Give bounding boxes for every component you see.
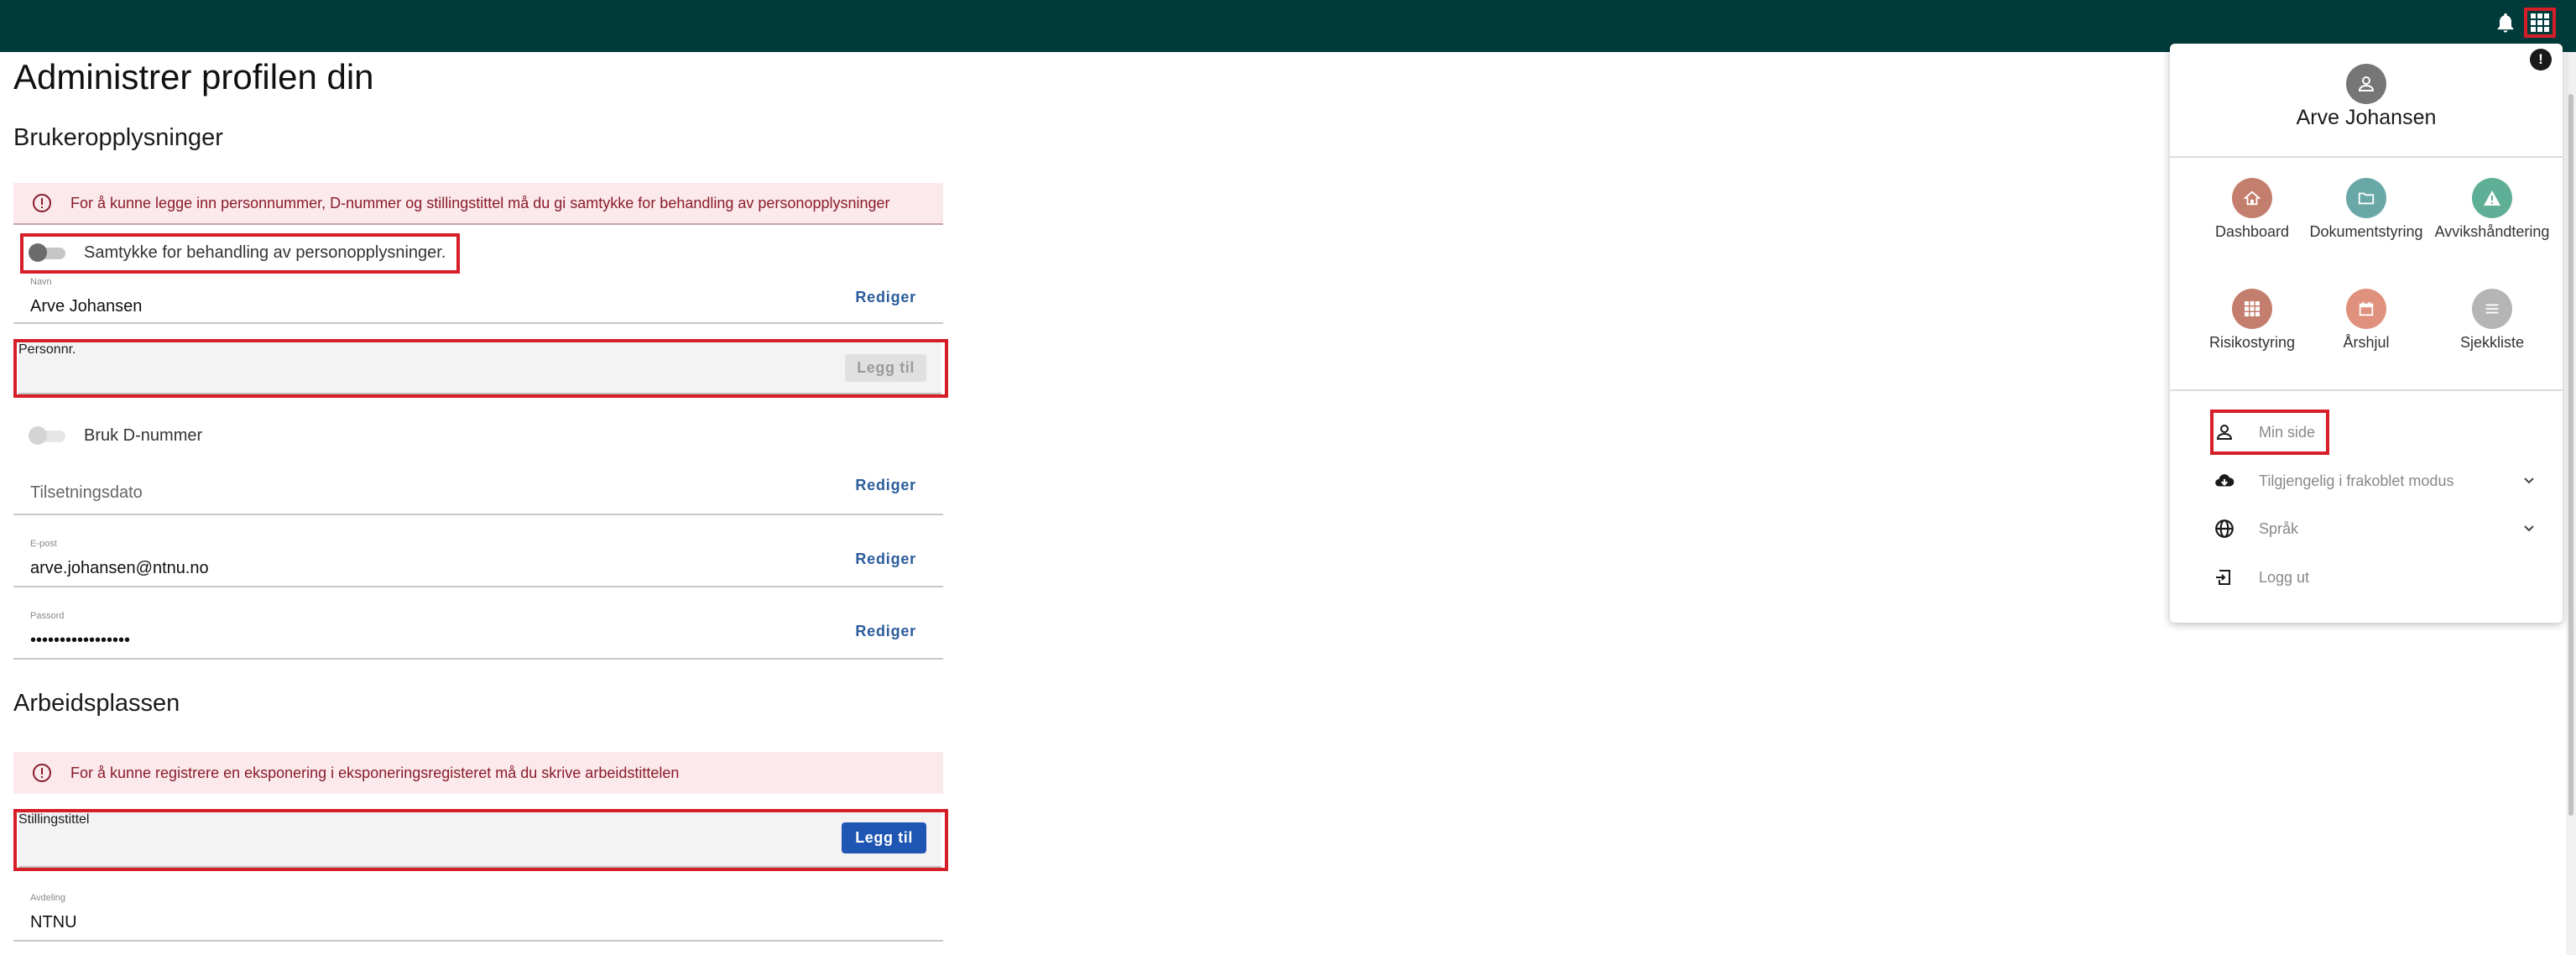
user-name: Arve Johansen xyxy=(2296,106,2437,129)
divider xyxy=(2170,156,2563,158)
name-field: Navn Arve Johansen Rediger xyxy=(13,275,943,324)
app-dokumentstyring-label: Dokumentstyring xyxy=(2309,223,2423,240)
apps-menu-button[interactable] xyxy=(2524,8,2556,38)
app-avvikshandtering[interactable]: Avvikshåndtering xyxy=(2427,178,2558,279)
password-field: Passord ••••••••••••••••• Rediger xyxy=(13,609,943,660)
bell-icon[interactable] xyxy=(2494,10,2517,35)
hire-date-field: Tilsetningsdato Rediger xyxy=(13,468,943,515)
password-field-label: Passord xyxy=(30,611,65,621)
name-edit-button[interactable]: Rediger xyxy=(855,289,916,306)
menu-item-logout[interactable]: Logg ut xyxy=(2212,561,2539,594)
scrollbar-thumb[interactable] xyxy=(2568,94,2573,816)
person-icon xyxy=(2212,420,2237,445)
section-title-user-info: Brukeropplysninger xyxy=(13,124,223,151)
workplace-alert-text: For å kunne registrere en eksponering i … xyxy=(70,764,680,781)
info-icon xyxy=(33,194,51,212)
name-field-label: Navn xyxy=(30,277,52,287)
personnr-field[interactable]: Personnr. Legg til xyxy=(18,342,941,394)
email-field-label: E-post xyxy=(30,539,57,549)
cloud-download-icon xyxy=(2212,468,2237,493)
section-title-workplace: Arbeidsplassen xyxy=(13,690,180,717)
workplace-alert: For å kunne registrere en eksponering i … xyxy=(13,752,943,794)
email-field: E-post arve.johansen@ntnu.no Rediger xyxy=(13,537,943,587)
menu-item-logout-label: Logg ut xyxy=(2259,568,2310,586)
chevron-down-icon xyxy=(2524,478,2534,484)
department-value: NTNU xyxy=(30,913,77,932)
globe-icon xyxy=(2212,516,2237,541)
department-field-label: Avdeling xyxy=(30,893,65,903)
consent-alert: For å kunne legge inn personnummer, D-nu… xyxy=(13,183,943,225)
menu-item-min-side[interactable]: Min side xyxy=(2212,415,2539,449)
job-title-field[interactable]: Stillingstittel Legg til xyxy=(18,812,941,868)
avatar xyxy=(2346,64,2386,104)
consent-toggle-label: Samtykke for behandling av personopplysn… xyxy=(84,243,446,262)
app-sjekkliste-label: Sjekkliste xyxy=(2459,334,2525,351)
dnummer-toggle[interactable] xyxy=(29,426,65,445)
folder-icon xyxy=(2346,178,2386,218)
menu-item-language-label: Språk xyxy=(2259,519,2299,537)
menu-item-offline-mode-label: Tilgjengelig i frakoblet modus xyxy=(2259,472,2454,489)
name-value: Arve Johansen xyxy=(30,297,143,316)
dnummer-toggle-label: Bruk D-nummer xyxy=(84,426,203,445)
list-icon xyxy=(2472,289,2512,329)
app-arshjul-label: Årshjul xyxy=(2343,334,2390,351)
apps-grid-icon xyxy=(2531,13,2549,32)
user-menu-panel: Arve Johansen Dashboard Dokumentstyring … xyxy=(2170,44,2563,623)
password-value: ••••••••••••••••• xyxy=(30,631,131,650)
app-dokumentstyring[interactable]: Dokumentstyring xyxy=(2301,178,2432,279)
job-title-placeholder: Stillingstittel xyxy=(18,812,90,827)
person-icon xyxy=(2358,76,2375,91)
divider xyxy=(2170,389,2563,391)
app-avvikshandtering-label: Avvikshåndtering xyxy=(2434,223,2550,240)
warning-icon xyxy=(2472,178,2512,218)
grid-icon xyxy=(2232,289,2272,329)
consent-toggle[interactable] xyxy=(29,243,65,262)
menu-item-min-side-label: Min side xyxy=(2259,423,2316,441)
consent-alert-text: For å kunne legge inn personnummer, D-nu… xyxy=(70,194,890,211)
department-field: Avdeling NTNU xyxy=(13,891,943,942)
hire-date-placeholder: Tilsetningsdato xyxy=(30,483,143,502)
job-title-add-button[interactable]: Legg til xyxy=(842,822,926,853)
calendar-icon xyxy=(2346,289,2386,329)
menu-item-language[interactable]: Språk xyxy=(2212,512,2539,545)
password-edit-button[interactable]: Rediger xyxy=(855,623,916,640)
notification-badge: ! xyxy=(2530,49,2552,70)
app-sjekkliste[interactable]: Sjekkliste xyxy=(2427,289,2558,389)
hire-date-edit-button[interactable]: Rediger xyxy=(855,477,916,494)
email-value: arve.johansen@ntnu.no xyxy=(30,559,209,577)
email-edit-button[interactable]: Rediger xyxy=(855,551,916,568)
personnr-placeholder: Personnr. xyxy=(18,342,76,357)
app-arshjul[interactable]: Årshjul xyxy=(2301,289,2432,389)
home-icon xyxy=(2232,178,2272,218)
logout-icon xyxy=(2212,565,2237,590)
menu-item-offline-mode[interactable]: Tilgjengelig i frakoblet modus xyxy=(2212,464,2539,498)
personnr-add-button: Legg til xyxy=(845,354,926,382)
chevron-down-icon xyxy=(2524,525,2534,532)
page-title: Administrer profilen din xyxy=(13,57,374,97)
info-icon xyxy=(33,764,51,782)
